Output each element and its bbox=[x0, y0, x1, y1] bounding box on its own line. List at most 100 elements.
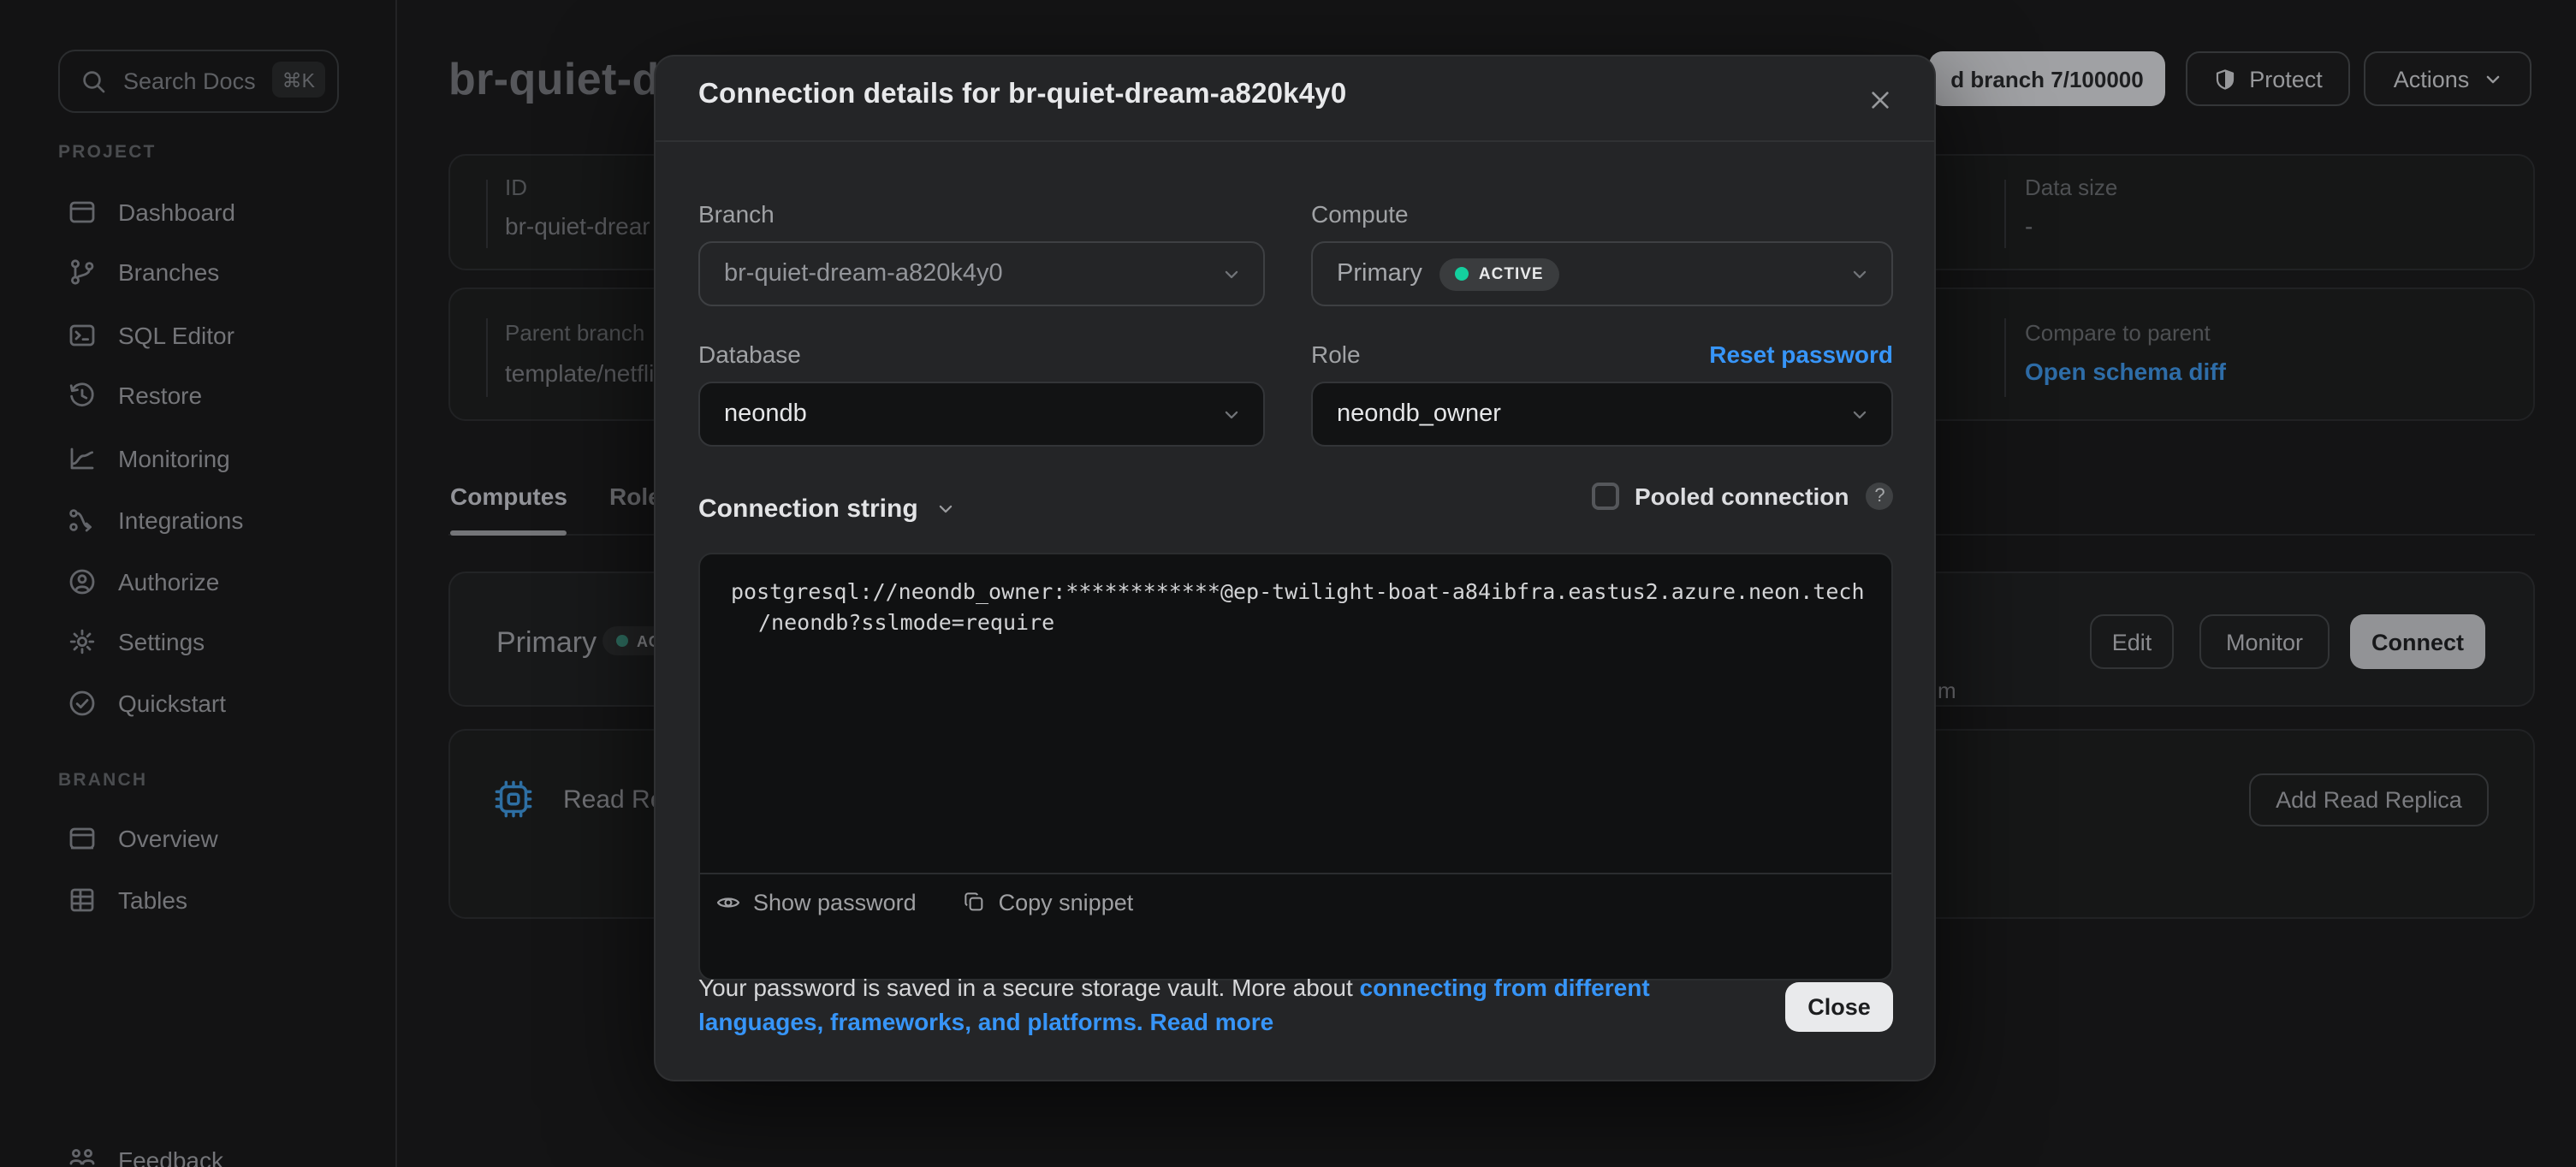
database-select[interactable]: neondb bbox=[698, 382, 1265, 447]
close-icon[interactable] bbox=[1857, 77, 1902, 121]
authorize-icon bbox=[67, 566, 98, 597]
role-select-value: neondb_owner bbox=[1337, 400, 1501, 428]
connection-string-line2: /neondb?sslmode=require bbox=[758, 608, 1054, 634]
sidebar-item-label: Branches bbox=[118, 258, 219, 286]
neon-console: Search Docs ⌘K PROJECT Dashboard Branche… bbox=[0, 0, 2576, 1167]
read-more-link[interactable]: Read more bbox=[1150, 1007, 1274, 1034]
parent-branch-label: Parent branch bbox=[505, 320, 644, 346]
stat-divider bbox=[486, 180, 488, 248]
restore-icon bbox=[67, 380, 98, 411]
role-select[interactable]: neondb_owner bbox=[1311, 382, 1893, 447]
id-value: br-quiet-drear bbox=[505, 212, 650, 240]
chevron-down-icon bbox=[1222, 405, 1241, 424]
dashboard-icon bbox=[67, 197, 98, 228]
page-title: br-quiet-dr bbox=[448, 53, 677, 106]
monitor-button[interactable]: Monitor bbox=[2199, 614, 2330, 669]
sidebar-item-label: Authorize bbox=[118, 568, 219, 595]
note-text: Your password is saved in a secure stora… bbox=[698, 974, 1360, 1001]
sidebar-item-sql-editor[interactable]: SQL Editor bbox=[41, 306, 375, 364]
status-dot bbox=[616, 635, 628, 647]
read-replica-name: Read Re bbox=[563, 785, 664, 815]
close-button[interactable]: Close bbox=[1785, 982, 1893, 1032]
branch-field-label: Branch bbox=[698, 200, 775, 228]
add-read-replica-button[interactable]: Add Read Replica bbox=[2249, 773, 2489, 826]
branch-select[interactable]: br-quiet-dream-a820k4y0 bbox=[698, 241, 1265, 306]
sidebar-item-label: Settings bbox=[118, 628, 205, 655]
branch-count-label: d branch 7/100000 bbox=[1950, 66, 2143, 92]
connect-label: Connect bbox=[2371, 629, 2464, 655]
branches-icon bbox=[67, 257, 98, 287]
sidebar-item-restore[interactable]: Restore bbox=[41, 366, 375, 424]
copy-icon bbox=[963, 890, 987, 914]
actions-label: Actions bbox=[2394, 66, 2470, 92]
data-size-label: Data size bbox=[2025, 175, 2117, 200]
edit-label: Edit bbox=[2112, 629, 2152, 655]
tab-computes[interactable]: Computes bbox=[450, 483, 567, 510]
sidebar-item-tables[interactable]: Tables bbox=[41, 871, 375, 929]
integrations-icon bbox=[67, 505, 98, 536]
copy-snippet-button[interactable]: Copy snippet bbox=[963, 889, 1134, 915]
branch-select-value: br-quiet-dream-a820k4y0 bbox=[724, 260, 1003, 287]
sidebar-item-settings[interactable]: Settings bbox=[41, 613, 375, 671]
reset-password-link[interactable]: Reset password bbox=[1709, 341, 1893, 368]
sidebar-item-overview[interactable]: Overview bbox=[41, 809, 375, 868]
chevron-down-icon bbox=[937, 500, 956, 518]
connection-string-toggle[interactable]: Connection string bbox=[698, 495, 956, 524]
chip-icon bbox=[491, 777, 536, 821]
protect-label: Protect bbox=[2249, 66, 2323, 92]
compute-name: Primary bbox=[496, 626, 597, 661]
pooled-connection-label: Pooled connection bbox=[1635, 483, 1849, 510]
branch-count-button[interactable]: d branch 7/100000 bbox=[1929, 51, 2165, 106]
sidebar-item-monitoring[interactable]: Monitoring bbox=[41, 429, 375, 488]
sidebar-item-label: Quickstart bbox=[118, 690, 226, 717]
connection-string-label: Connection string bbox=[698, 495, 918, 524]
compare-to-parent-label: Compare to parent bbox=[2025, 320, 2211, 346]
sidebar-item-integrations[interactable]: Integrations bbox=[41, 491, 375, 549]
sidebar-item-label: Integrations bbox=[118, 506, 243, 534]
modal-header-divider bbox=[656, 140, 1934, 142]
show-password-button[interactable]: Show password bbox=[715, 889, 917, 915]
connection-string-line1: postgresql://neondb_owner:************@e… bbox=[731, 578, 1865, 604]
modal-title: Connection details for br-quiet-dream-a8… bbox=[698, 79, 1346, 111]
stat-divider bbox=[486, 318, 488, 397]
edit-button[interactable]: Edit bbox=[2090, 614, 2174, 669]
database-field-label: Database bbox=[698, 341, 801, 368]
sidebar-item-branches[interactable]: Branches bbox=[41, 243, 375, 301]
close-button-label: Close bbox=[1807, 994, 1871, 1020]
help-icon[interactable]: ? bbox=[1866, 483, 1893, 510]
compute-select[interactable]: Primary ACTIVE bbox=[1311, 241, 1893, 306]
sidebar-item-label: Feedback bbox=[118, 1146, 223, 1167]
protect-button[interactable]: Protect bbox=[2186, 51, 2350, 106]
sidebar-item-label: Restore bbox=[118, 382, 202, 409]
search-docs-input[interactable]: Search Docs ⌘K bbox=[58, 50, 339, 113]
password-note: Your password is saved in a secure stora… bbox=[698, 972, 1763, 1039]
stat-divider bbox=[2004, 318, 2006, 397]
connection-details-modal: Connection details for br-quiet-dream-a8… bbox=[654, 55, 1936, 1081]
chevron-down-icon bbox=[2483, 69, 2502, 88]
sidebar-item-authorize[interactable]: Authorize bbox=[41, 553, 375, 611]
sidebar-item-feedback[interactable]: Feedback bbox=[41, 1131, 375, 1167]
id-label: ID bbox=[505, 175, 527, 200]
chevron-down-icon bbox=[1850, 405, 1869, 424]
actions-button[interactable]: Actions bbox=[2364, 51, 2531, 106]
pooled-connection-checkbox[interactable] bbox=[1592, 483, 1619, 510]
sidebar-item-dashboard[interactable]: Dashboard bbox=[41, 183, 375, 241]
sidebar-item-label: Monitoring bbox=[118, 445, 230, 472]
monitoring-icon bbox=[67, 443, 98, 474]
pooled-connection-group: Pooled connection ? bbox=[1592, 483, 1893, 510]
compute-desc-fragment: m bbox=[1938, 678, 1956, 703]
open-schema-diff-link[interactable]: Open schema diff bbox=[2025, 358, 2226, 385]
sidebar-item-label: SQL Editor bbox=[118, 322, 234, 349]
shield-icon bbox=[2213, 66, 2237, 92]
search-icon bbox=[80, 68, 108, 95]
role-field-label: Role bbox=[1311, 341, 1361, 368]
sidebar-item-label: Overview bbox=[118, 825, 218, 852]
search-placeholder: Search Docs bbox=[123, 68, 256, 94]
connect-button[interactable]: Connect bbox=[2350, 614, 2485, 669]
active-status-label: ACTIVE bbox=[1479, 264, 1544, 283]
chevron-down-icon bbox=[1222, 264, 1241, 283]
feedback-icon bbox=[67, 1145, 98, 1167]
eye-icon bbox=[715, 889, 741, 915]
connection-string-box: postgresql://neondb_owner:************@e… bbox=[698, 553, 1893, 980]
sidebar-item-quickstart[interactable]: Quickstart bbox=[41, 674, 375, 732]
